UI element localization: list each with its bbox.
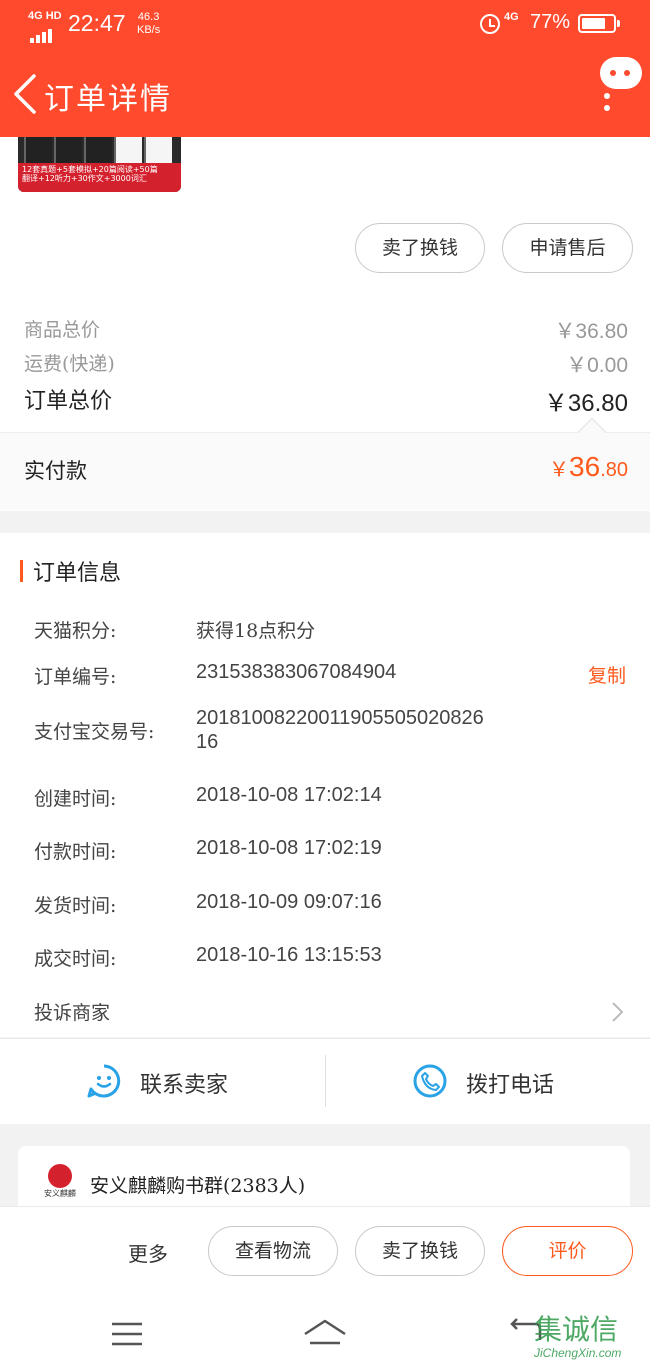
info-label-paid: 付款时间: bbox=[34, 841, 117, 863]
clock: 22:47 bbox=[68, 10, 126, 36]
contact-seller-button[interactable]: 联系卖家 bbox=[0, 1039, 325, 1125]
info-label-created: 创建时间: bbox=[34, 788, 117, 810]
goods-total-row: 商品总价 ￥36.80 bbox=[24, 319, 628, 343]
call-phone-button[interactable]: 拨打电话 bbox=[326, 1039, 650, 1125]
app-header: 4G HD 22:47 46.3 KB/s 4G 77% 订单详情 bbox=[0, 0, 650, 137]
chevron-right-icon bbox=[612, 1002, 624, 1022]
actual-payment-label: 实付款 bbox=[24, 459, 87, 483]
network-label: 4G HD bbox=[28, 10, 62, 22]
battery-icon bbox=[578, 14, 620, 33]
order-info-heading: 订单信息 bbox=[33, 561, 122, 586]
complaint-label: 投诉商家 bbox=[34, 1002, 111, 1024]
home-icon[interactable] bbox=[302, 1318, 348, 1346]
info-value-created: 2018-10-08 17:02:14 bbox=[196, 784, 382, 806]
network-2-label: 4G bbox=[504, 11, 519, 23]
info-label-alipay-no: 支付宝交易号: bbox=[34, 721, 155, 743]
copy-button[interactable]: 复制 bbox=[588, 661, 626, 688]
page-title: 订单详情 bbox=[44, 82, 172, 117]
more-link[interactable]: 更多 bbox=[128, 1238, 168, 1267]
watermark: 集诚信 JiChengXin.com bbox=[534, 1313, 622, 1361]
review-button[interactable]: 评价 bbox=[502, 1226, 633, 1276]
info-value-paid: 2018-10-08 17:02:19 bbox=[196, 837, 382, 859]
message-bubble-icon bbox=[600, 57, 642, 89]
info-value-completed: 2018-10-16 13:15:53 bbox=[196, 944, 382, 966]
info-value-alipay-no: 20181008220011905505020826 16 bbox=[196, 707, 484, 753]
actual-payment-row: 实付款 ￥36.80 bbox=[0, 417, 650, 510]
status-bar: 4G HD 22:47 46.3 KB/s 4G 77% bbox=[0, 0, 650, 50]
after-sale-button[interactable]: 申请售后 bbox=[502, 223, 633, 273]
group-logo: 安义麒麟 bbox=[42, 1164, 78, 1200]
sell-for-cash-bottom-button[interactable]: 卖了换钱 bbox=[355, 1226, 485, 1276]
view-logistics-button[interactable]: 查看物流 bbox=[208, 1226, 338, 1276]
shipping-row: 运费(快递) ￥0.00 bbox=[24, 353, 628, 377]
battery-percent: 77% bbox=[530, 11, 571, 33]
group-name: 安义麒麟购书群(2383人) bbox=[90, 1175, 306, 1197]
system-nav-bar: 集诚信 JiChengXin.com bbox=[0, 1294, 650, 1372]
more-menu-button[interactable] bbox=[596, 55, 646, 115]
chevron-left-icon bbox=[14, 74, 36, 114]
bottom-action-bar: 更多 查看物流 卖了换钱 评价 bbox=[0, 1206, 650, 1294]
net-speed: 46.3 KB/s bbox=[137, 11, 161, 36]
order-info-section: 订单信息 天猫积分: 获得18点积分 订单编号: 231538383067084… bbox=[0, 533, 650, 1037]
info-label-points: 天猫积分: bbox=[34, 620, 117, 642]
menu-icon[interactable] bbox=[110, 1321, 144, 1347]
battery-fill bbox=[582, 18, 605, 29]
info-value-shipped: 2018-10-09 09:07:16 bbox=[196, 891, 382, 913]
info-label-order-no: 订单编号: bbox=[34, 666, 117, 688]
actual-payment-amount: ￥36.80 bbox=[549, 451, 628, 482]
contact-seller-label: 联系卖家 bbox=[140, 1073, 229, 1098]
info-value-order-no: 231538383067084904 bbox=[196, 661, 397, 683]
sell-for-cash-button[interactable]: 卖了换钱 bbox=[355, 223, 485, 273]
info-label-shipped: 发货时间: bbox=[34, 895, 117, 917]
product-thumbnail[interactable]: 12套真题+5套模拟+20篇阅读+50篇 翻译+12听力+30作文+3000词汇 bbox=[18, 137, 181, 192]
order-total-row: 订单总价 ￥36.80 bbox=[24, 389, 628, 417]
back-button[interactable] bbox=[8, 72, 44, 116]
complaint-row[interactable]: 投诉商家 bbox=[0, 985, 650, 1037]
call-phone-label: 拨打电话 bbox=[466, 1073, 555, 1098]
chat-smile-icon bbox=[87, 1064, 121, 1098]
contact-section: 联系卖家 拨打电话 bbox=[0, 1038, 650, 1124]
info-value-points: 获得18点积分 bbox=[196, 620, 316, 642]
info-label-completed: 成交时间: bbox=[34, 948, 117, 970]
phone-icon bbox=[413, 1064, 447, 1098]
alarm-icon bbox=[480, 14, 500, 34]
signal-icon: 4G HD bbox=[28, 10, 62, 43]
section-accent-bar bbox=[20, 560, 23, 582]
